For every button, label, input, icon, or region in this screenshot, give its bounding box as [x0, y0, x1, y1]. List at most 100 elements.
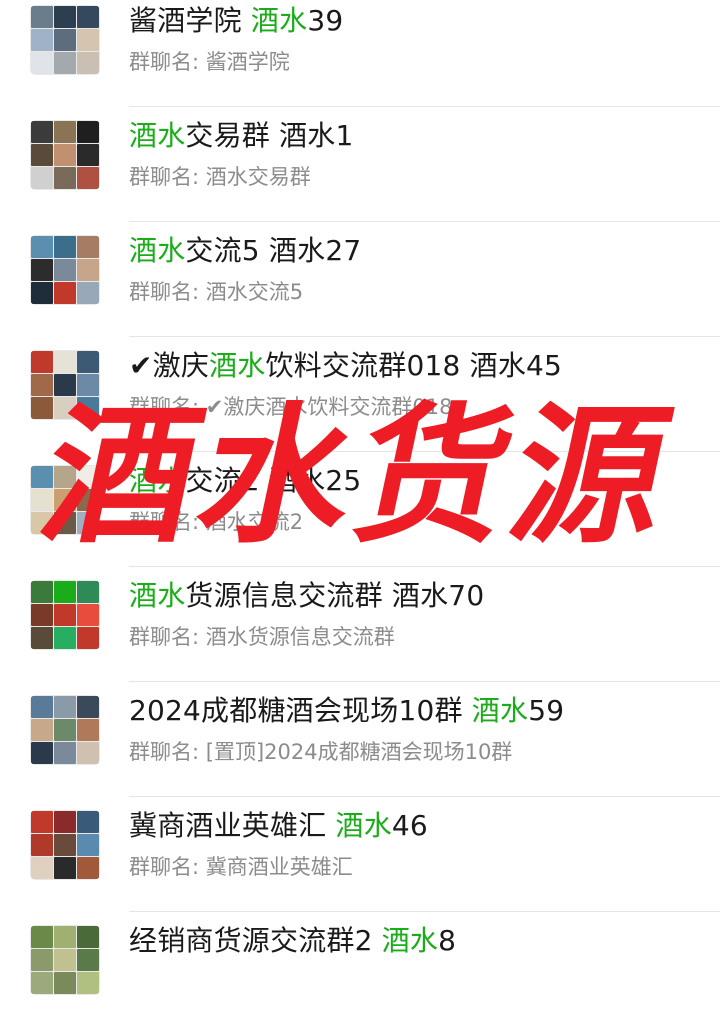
- avatar-tile: [31, 397, 53, 419]
- group-avatar: [30, 120, 100, 190]
- avatar-tile: [77, 282, 99, 304]
- avatar-tile: [77, 949, 99, 971]
- title-text: 交流2 酒水25: [185, 464, 362, 497]
- avatar-tile: [77, 374, 99, 396]
- group-avatar: [30, 695, 100, 765]
- avatar-tile: [31, 351, 53, 373]
- highlight-keyword: 酒水: [129, 234, 186, 267]
- avatar-tile: [54, 351, 76, 373]
- avatar-tile: [54, 374, 76, 396]
- avatar-tile: [31, 834, 53, 856]
- avatar-tile: [54, 972, 76, 994]
- group-name-subtitle: 群聊名: 酒水交流5: [129, 280, 304, 304]
- highlight-keyword: 酒水: [209, 349, 266, 382]
- highlight-keyword: 酒水: [129, 464, 186, 497]
- highlight-keyword: 酒水: [335, 809, 392, 842]
- chat-list-item[interactable]: ✔激庆酒水饮料交流群018 酒水45 群聊名: ✔激庆酒水饮料交流群018: [0, 337, 720, 452]
- title-text: 交易群 酒水1: [185, 119, 354, 152]
- group-avatar: [30, 350, 100, 420]
- avatar-tile: [54, 604, 76, 626]
- chat-title: 冀商酒业英雄汇 酒水46: [129, 804, 428, 844]
- chat-title: 酒水交流5 酒水27: [129, 229, 361, 269]
- chat-list-item[interactable]: 酒水交流2 酒水25 群聊名: 酒水交流2: [0, 452, 720, 567]
- group-name-subtitle: 群聊名: ✔激庆酒水饮料交流群018: [129, 395, 453, 419]
- title-text: 8: [438, 924, 457, 957]
- title-text: 酱酒学院: [129, 4, 251, 37]
- chat-list-item[interactable]: 2024成都糖酒会现场10群 酒水59 群聊名: [置顶]2024成都糖酒会现场1…: [0, 682, 720, 797]
- avatar-tile: [31, 167, 53, 189]
- avatar-tile: [54, 834, 76, 856]
- avatar-tile: [77, 604, 99, 626]
- avatar-tile: [31, 696, 53, 718]
- chat-list-item[interactable]: 酒水货源信息交流群 酒水70 群聊名: 酒水货源信息交流群: [0, 567, 720, 682]
- chat-list-item[interactable]: 酱酒学院 酒水39 群聊名: 酱酒学院: [0, 0, 720, 107]
- avatar-tile: [77, 52, 99, 74]
- avatar-tile: [54, 627, 76, 649]
- avatar-tile: [77, 512, 99, 534]
- avatar-tile: [31, 236, 53, 258]
- avatar-tile: [31, 949, 53, 971]
- chat-list-item[interactable]: 酒水交易群 酒水1 群聊名: 酒水交易群: [0, 107, 720, 222]
- avatar-tile: [77, 926, 99, 948]
- chat-list-item[interactable]: 冀商酒业英雄汇 酒水46 群聊名: 冀商酒业英雄汇: [0, 797, 720, 912]
- avatar-tile: [77, 167, 99, 189]
- chat-title: 2024成都糖酒会现场10群 酒水59: [129, 689, 564, 729]
- avatar-tile: [31, 282, 53, 304]
- group-avatar: [30, 5, 100, 75]
- avatar-tile: [54, 144, 76, 166]
- avatar-tile: [54, 282, 76, 304]
- avatar-tile: [77, 857, 99, 879]
- avatar-tile: [54, 52, 76, 74]
- title-text: 2024成都糖酒会现场10群: [129, 694, 472, 727]
- avatar-tile: [77, 29, 99, 51]
- avatar-tile: [77, 834, 99, 856]
- avatar-tile: [54, 719, 76, 741]
- chat-title: 经销商货源交流群2 酒水8: [129, 919, 456, 959]
- avatar-tile: [54, 581, 76, 603]
- avatar-tile: [31, 6, 53, 28]
- avatar-tile: [31, 742, 53, 764]
- avatar-tile: [77, 144, 99, 166]
- avatar-tile: [54, 696, 76, 718]
- avatar-tile: [77, 581, 99, 603]
- highlight-keyword: 酒水: [471, 694, 529, 727]
- highlight-keyword: 酒水: [250, 4, 308, 37]
- avatar-tile: [77, 466, 99, 488]
- avatar-tile: [77, 397, 99, 419]
- chat-list-item[interactable]: 酒水交流5 酒水27 群聊名: 酒水交流5: [0, 222, 720, 337]
- avatar-tile: [31, 29, 53, 51]
- group-name-subtitle: 群聊名: 酱酒学院: [129, 50, 290, 74]
- avatar-tile: [54, 857, 76, 879]
- avatar-tile: [77, 6, 99, 28]
- avatar-tile: [77, 696, 99, 718]
- avatar-tile: [54, 121, 76, 143]
- avatar-tile: [54, 167, 76, 189]
- title-text: 39: [307, 4, 344, 37]
- avatar-tile: [54, 742, 76, 764]
- highlight-keyword: 酒水: [381, 924, 439, 957]
- avatar-tile: [54, 949, 76, 971]
- group-name-subtitle: 群聊名: 冀商酒业英雄汇: [129, 855, 353, 879]
- avatar-tile: [54, 926, 76, 948]
- title-text: 货源信息交流群 酒水70: [185, 579, 485, 612]
- title-text: 59: [528, 694, 565, 727]
- avatar-tile: [54, 397, 76, 419]
- avatar-tile: [54, 6, 76, 28]
- group-avatar: [30, 925, 100, 995]
- avatar-tile: [54, 466, 76, 488]
- avatar-tile: [31, 512, 53, 534]
- avatar-tile: [31, 489, 53, 511]
- avatar-tile: [31, 719, 53, 741]
- group-avatar: [30, 580, 100, 650]
- avatar-tile: [31, 259, 53, 281]
- group-avatar: [30, 810, 100, 880]
- title-text: 冀商酒业英雄汇: [129, 809, 336, 842]
- avatar-tile: [31, 121, 53, 143]
- chat-title: 酒水交易群 酒水1: [129, 114, 354, 154]
- chat-list-item[interactable]: 经销商货源交流群2 酒水8: [0, 912, 720, 1027]
- avatar-tile: [31, 144, 53, 166]
- avatar-tile: [31, 374, 53, 396]
- avatar-tile: [31, 466, 53, 488]
- avatar-tile: [31, 627, 53, 649]
- avatar-tile: [77, 489, 99, 511]
